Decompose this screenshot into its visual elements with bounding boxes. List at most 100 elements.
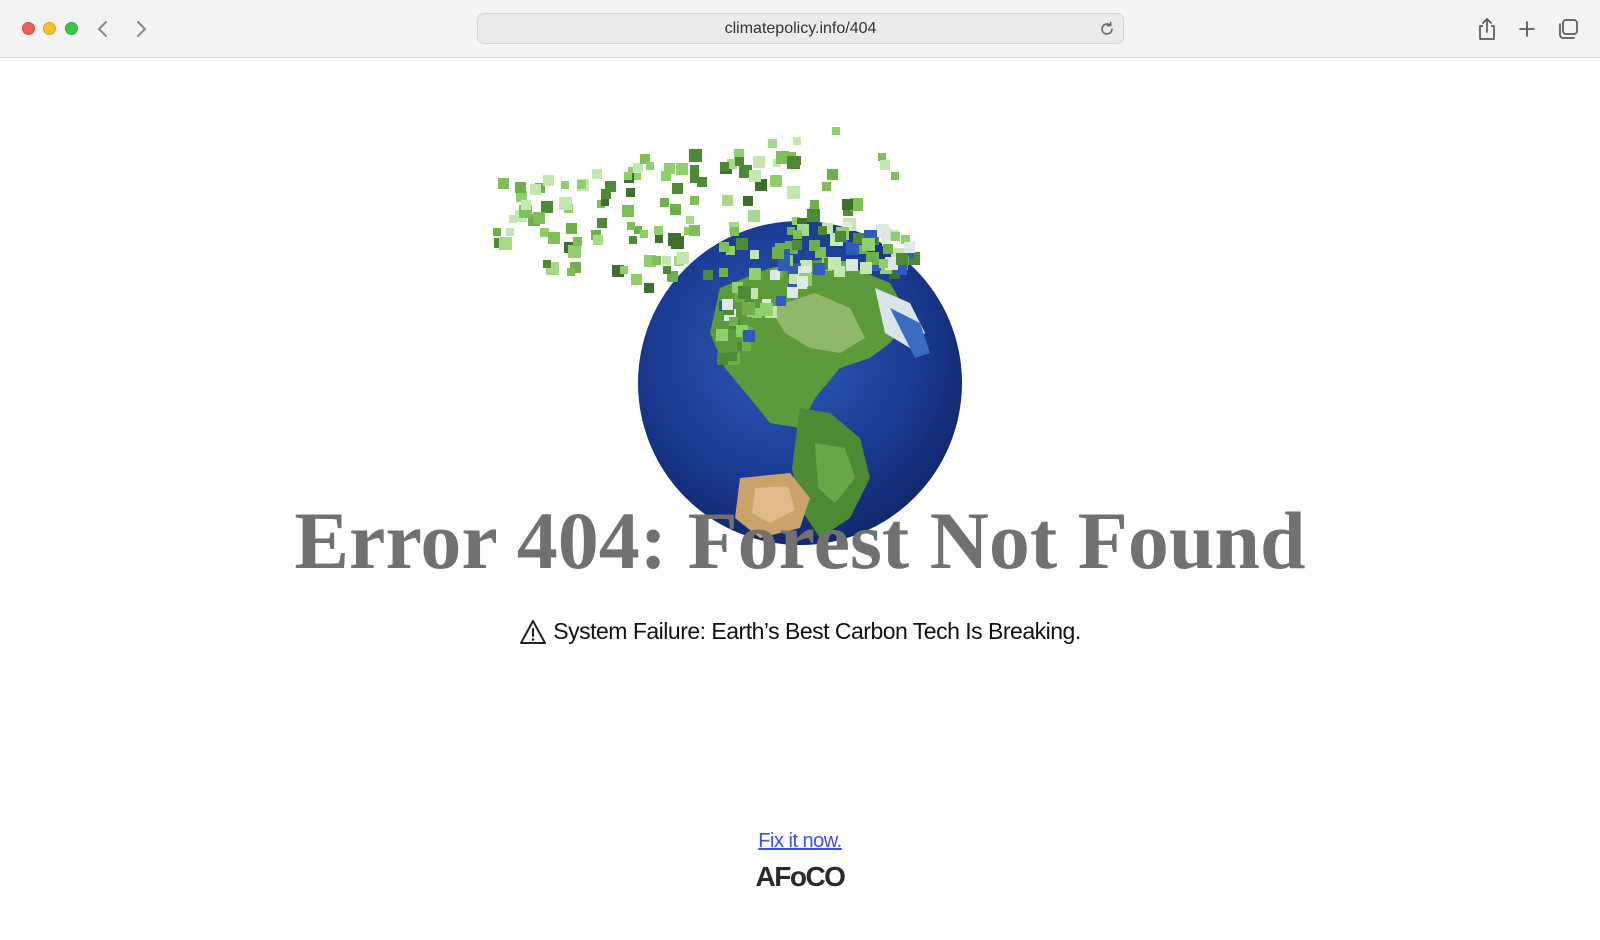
- edge-pixel: [809, 240, 820, 251]
- pixel-fragment: [753, 156, 765, 168]
- pixel-fragment: [880, 160, 890, 170]
- pixel-fragment: [793, 230, 802, 239]
- edge-pixel: [742, 342, 751, 351]
- pixel-fragment: [629, 236, 637, 244]
- pixel-fragment: [561, 181, 569, 189]
- pixel-fragment: [689, 225, 700, 236]
- pixel-fragment: [672, 183, 683, 194]
- pixel-fragment: [670, 204, 681, 215]
- edge-pixel: [792, 240, 802, 250]
- share-icon: [1479, 18, 1495, 40]
- pixel-fragment: [620, 266, 628, 274]
- cta-container: Fix it now.: [0, 830, 1600, 853]
- pixel-fragment: [690, 196, 699, 205]
- back-button[interactable]: [90, 16, 116, 42]
- edge-pixel: [716, 329, 728, 341]
- pixel-fragment: [654, 226, 663, 235]
- pixel-fragment: [690, 174, 699, 183]
- edge-pixel: [904, 242, 915, 253]
- pixel-fragment: [878, 153, 886, 161]
- edge-pixel: [778, 259, 790, 271]
- pixel-fragment: [624, 172, 632, 180]
- edge-pixel: [729, 317, 738, 326]
- edge-pixel: [749, 268, 761, 280]
- edge-pixel: [742, 302, 755, 315]
- pixel-fragment: [748, 210, 760, 222]
- pixel-fragment: [719, 268, 728, 277]
- pixel-fragment: [822, 182, 831, 191]
- pixel-fragment: [509, 215, 517, 223]
- pixel-fragment: [655, 235, 663, 243]
- pixel-fragment: [566, 223, 577, 234]
- pixel-fragment: [530, 184, 541, 195]
- pixel-fragment: [601, 198, 609, 206]
- edge-pixel: [883, 244, 893, 254]
- pixel-fragment: [749, 170, 761, 182]
- pixel-fragment: [676, 163, 688, 175]
- pixel-fragment: [807, 209, 820, 222]
- pixel-fragment: [521, 200, 531, 210]
- address-bar[interactable]: climatepolicy.info/404: [477, 13, 1124, 44]
- edge-pixel: [776, 296, 786, 306]
- maximize-window-button[interactable]: [65, 22, 78, 35]
- pixel-fragment: [515, 182, 526, 193]
- pixel-fragment: [541, 201, 553, 213]
- pixel-fragment: [719, 242, 729, 252]
- pixel-fragment: [770, 175, 782, 187]
- browser-window: climatepolicy.info/404 Error 404: Forest…: [0, 0, 1600, 940]
- pixel-fragment: [842, 199, 853, 210]
- pixel-fragment: [703, 270, 713, 280]
- pixel-fragment: [730, 227, 739, 236]
- pixel-fragment: [720, 162, 729, 171]
- pixel-fragment: [633, 163, 643, 173]
- edge-pixel: [738, 286, 751, 299]
- status-message: System Failure: Earth’s Best Carbon Tech…: [0, 618, 1600, 645]
- close-window-button[interactable]: [22, 22, 35, 35]
- edge-pixel: [896, 253, 908, 265]
- edge-pixel: [772, 247, 784, 259]
- pixel-fragment: [768, 139, 777, 148]
- pixel-fragment: [540, 228, 549, 237]
- edge-pixel: [835, 231, 846, 242]
- address-bar-url: climatepolicy.info/404: [724, 19, 877, 37]
- disintegrating-earth-illustration: [493, 127, 962, 545]
- tabs-icon: [1559, 19, 1578, 39]
- pixel-fragment: [543, 175, 554, 186]
- pixel-fragment: [568, 245, 581, 258]
- edge-pixel: [797, 276, 808, 287]
- tab-overview-button[interactable]: [1555, 16, 1581, 42]
- new-tab-button[interactable]: [1514, 16, 1540, 42]
- warning-icon: [520, 619, 547, 644]
- pixel-fragment: [493, 228, 501, 236]
- fix-it-now-link[interactable]: Fix it now.: [758, 830, 842, 852]
- pixel-fragment: [601, 189, 611, 199]
- reload-icon[interactable]: [1098, 20, 1116, 38]
- status-message-text: System Failure: Earth’s Best Carbon Tech…: [553, 618, 1081, 644]
- browser-toolbar: climatepolicy.info/404: [0, 0, 1600, 58]
- edge-pixel: [834, 266, 845, 277]
- pixel-fragment: [640, 230, 648, 238]
- share-button[interactable]: [1474, 16, 1500, 42]
- edge-pixel: [728, 352, 737, 361]
- edge-pixel: [818, 226, 827, 235]
- minimize-window-button[interactable]: [43, 22, 56, 35]
- page-title: Error 404: Forest Not Found: [294, 495, 1306, 586]
- edge-pixel: [879, 259, 888, 268]
- edge-pixel: [787, 287, 798, 298]
- pixel-fragment: [622, 205, 634, 217]
- page-content: Error 404: Forest Not Found System Failu…: [0, 58, 1600, 940]
- forward-button[interactable]: [128, 16, 154, 42]
- pixel-fragment: [686, 216, 694, 224]
- pixel-fragment: [662, 256, 671, 265]
- edge-pixel: [760, 303, 773, 316]
- edge-pixel: [846, 259, 858, 271]
- pixel-fragment: [827, 169, 838, 180]
- edge-pixel: [876, 224, 889, 237]
- pixel-fragment: [626, 188, 635, 197]
- pixel-fragment: [652, 256, 661, 265]
- pixel-fragment: [793, 137, 801, 145]
- plus-icon: [1519, 21, 1535, 37]
- pixel-fragment: [668, 233, 681, 246]
- pixel-fragment: [499, 237, 512, 250]
- pixel-fragment: [663, 266, 671, 274]
